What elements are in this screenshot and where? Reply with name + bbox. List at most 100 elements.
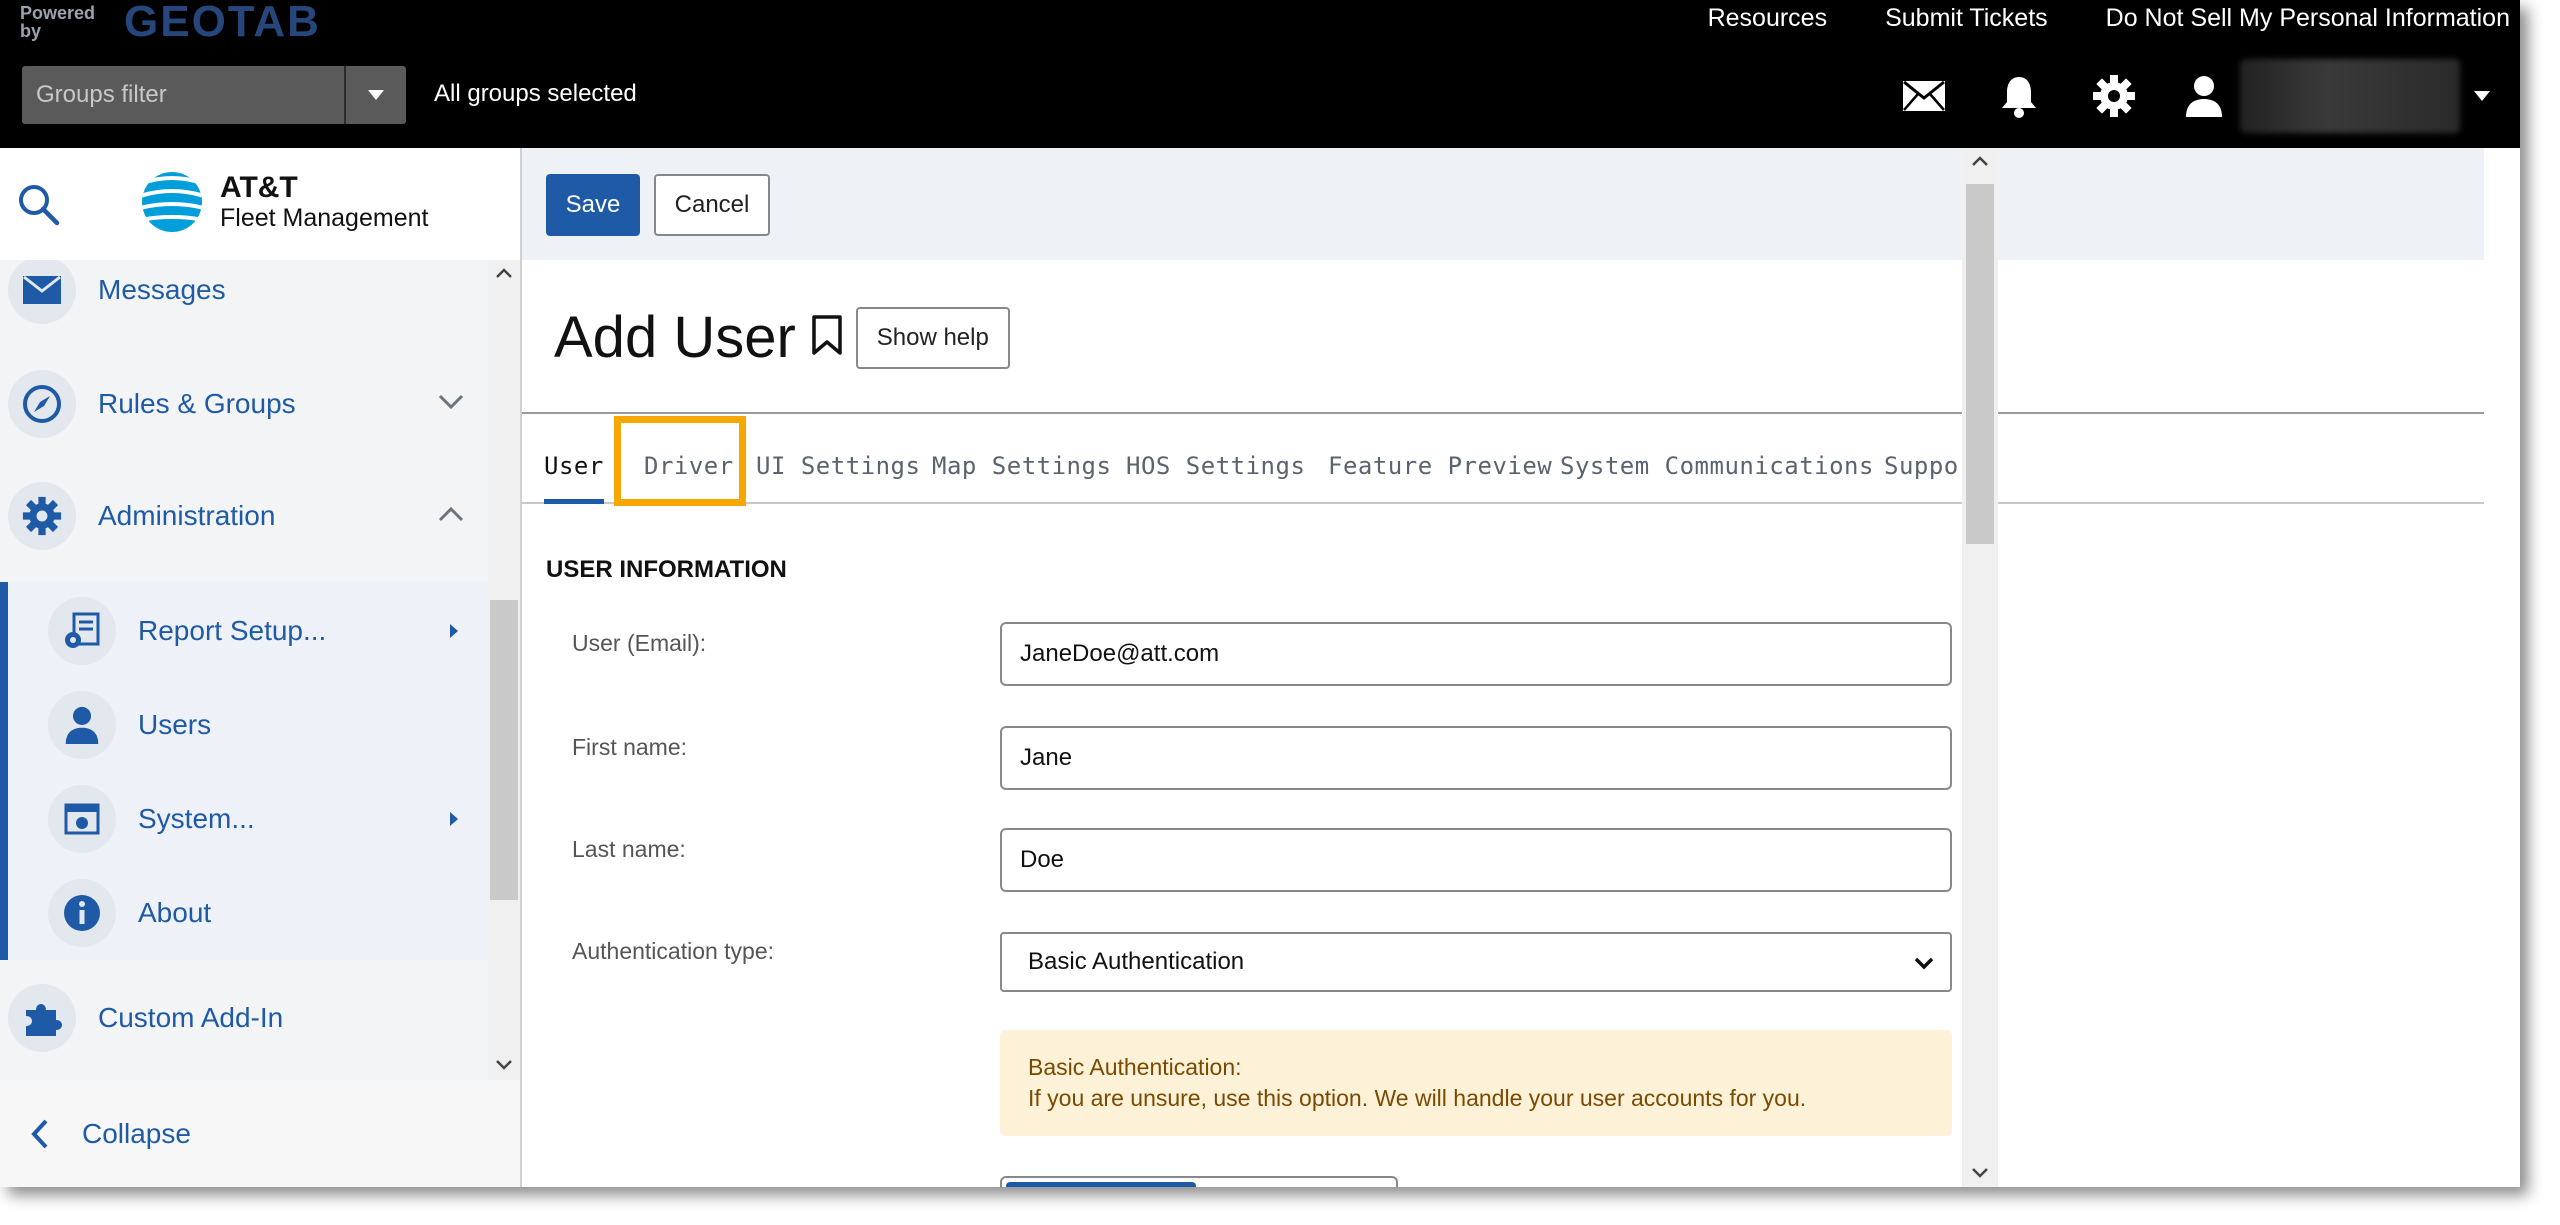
scroll-up-icon[interactable] (496, 268, 512, 278)
user-name-redacted[interactable] (2240, 59, 2460, 133)
show-help-button[interactable]: Show help (855, 306, 1010, 369)
chevron-right-icon (450, 812, 458, 826)
sidebar-item-label: Report Setup... (138, 615, 327, 646)
sidebar-item-about[interactable]: About (8, 866, 488, 960)
bell-icon[interactable] (1989, 66, 2049, 126)
info-icon (64, 895, 100, 931)
sidebar-scrollbar[interactable] (488, 260, 520, 1080)
main-scrollbar[interactable] (1962, 148, 1998, 1187)
top-links: Resources Submit Tickets Do Not Sell My … (1708, 4, 2510, 33)
last-name-field[interactable]: Doe (1000, 828, 1952, 892)
sidebar-scroll-thumb[interactable] (490, 600, 518, 900)
chevron-right-icon (450, 624, 458, 638)
toggle-control[interactable] (1000, 1176, 1398, 1187)
tab-user[interactable]: User (544, 414, 604, 504)
sidebar-item-users[interactable]: Users (8, 678, 488, 772)
all-groups-status: All groups selected (434, 80, 637, 107)
sidebar-item-label: Messages (98, 274, 226, 305)
search-icon[interactable] (16, 182, 60, 231)
collapse-label: Collapse (82, 1117, 191, 1149)
tab-ui-settings[interactable]: UI Settings (756, 414, 920, 504)
email-label: User (Email): (572, 630, 707, 656)
scroll-up-icon[interactable] (1972, 156, 1988, 166)
gear-icon[interactable] (2084, 66, 2144, 126)
toggle-active-segment[interactable] (1006, 1182, 1196, 1187)
do-not-sell-link[interactable]: Do Not Sell My Personal Information (2106, 4, 2510, 33)
tab-system-communications[interactable]: System Communications (1560, 414, 1874, 504)
driver-tab-highlight (614, 416, 746, 506)
first-name-field[interactable]: Jane (1000, 726, 1952, 790)
sidebar-nav: Messages Rules & Groups Administration R… (0, 260, 488, 1080)
auth-info-box: Basic Authentication: If you are unsure,… (1000, 1030, 1952, 1136)
first-name-label: First name: (572, 734, 688, 760)
sidebar-header: AT&T Fleet Management (0, 148, 520, 260)
system-icon (64, 803, 100, 835)
chevron-up-icon[interactable] (438, 506, 464, 527)
geotab-brand: Powered by GEOTAB (20, 0, 321, 44)
user-menu-chevron-icon[interactable] (2474, 91, 2490, 101)
sidebar-item-label: Custom Add-In (98, 1002, 284, 1033)
chevron-down-icon[interactable] (438, 394, 464, 415)
last-name-label: Last name: (572, 836, 686, 862)
envelope-icon (23, 275, 61, 304)
sidebar-item-system[interactable]: System... (8, 772, 488, 866)
groups-filter-dropdown-button[interactable] (344, 66, 406, 124)
tab-feature-preview[interactable]: Feature Preview (1328, 414, 1552, 504)
att-globe-icon (142, 172, 202, 232)
compass-icon (23, 385, 61, 423)
submit-tickets-link[interactable]: Submit Tickets (1885, 4, 2048, 33)
gear-icon (22, 496, 62, 536)
sidebar-item-label: About (138, 897, 212, 928)
scroll-down-icon[interactable] (496, 1060, 512, 1070)
sidebar-item-administration[interactable]: Administration (0, 466, 488, 566)
main-content: Save Cancel Add User Show help User Driv… (522, 148, 2484, 1187)
sidebar-item-report-setup[interactable]: Report Setup... (8, 584, 488, 678)
administration-submenu: Report Setup... Users System... About (0, 582, 488, 960)
collapse-button[interactable]: Collapse (0, 1080, 520, 1187)
groups-filter-input[interactable]: Groups filter (22, 66, 344, 124)
top-bar: Powered by GEOTAB Resources Submit Ticke… (0, 0, 2520, 148)
chevron-down-icon (368, 90, 384, 100)
title-row: Add User Show help (554, 304, 1010, 371)
sidebar-item-custom-add-in[interactable]: Custom Add-In (0, 968, 488, 1068)
cancel-button[interactable]: Cancel (654, 174, 770, 236)
save-button[interactable]: Save (546, 174, 640, 236)
tab-hos-settings[interactable]: HOS Settings (1126, 414, 1305, 504)
att-logo: AT&T Fleet Management (140, 170, 428, 234)
bookmark-icon[interactable] (810, 314, 844, 361)
chevron-left-icon (31, 1119, 48, 1148)
att-title: AT&T (220, 171, 298, 204)
page-title: Add User (554, 305, 796, 370)
tab-map-settings[interactable]: Map Settings (932, 414, 1111, 504)
main-scroll-thumb[interactable] (1966, 184, 1994, 544)
groups-filter[interactable]: Groups filter (22, 66, 406, 124)
sidebar-item-label: Rules & Groups (98, 388, 296, 419)
user-avatar-icon[interactable] (2174, 66, 2234, 126)
sidebar-item-messages[interactable]: Messages (0, 260, 488, 340)
auth-type-select[interactable]: Basic Authentication (1000, 932, 1952, 992)
sidebar: AT&T Fleet Management Messages Rules & G… (0, 148, 522, 1187)
report-setup-icon (65, 612, 100, 648)
tab-bar: User Driver UI Settings Map Settings HOS… (522, 414, 2484, 504)
geotab-logo: GEOTAB (124, 0, 321, 46)
sidebar-item-rules-groups[interactable]: Rules & Groups (0, 354, 488, 454)
resources-link[interactable]: Resources (1708, 4, 1828, 33)
chevron-down-icon (1914, 957, 1934, 970)
auth-info-text: If you are unsure, use this option. We w… (1028, 1085, 1807, 1111)
mail-icon[interactable] (1894, 66, 1954, 126)
auth-type-label: Authentication type: (572, 938, 775, 964)
puzzle-icon (26, 1004, 62, 1036)
sidebar-item-label: System... (138, 803, 255, 834)
toolbar: Save Cancel (522, 148, 2484, 260)
att-subtitle: Fleet Management (220, 204, 429, 232)
top-icons (1859, 59, 2490, 133)
section-title: USER INFORMATION (546, 556, 787, 583)
powered-by-text: Powered by (20, 3, 96, 41)
auth-type-selected: Basic Authentication (1028, 948, 1245, 975)
sidebar-item-label: Users (138, 709, 212, 740)
email-field[interactable]: JaneDoe@att.com (1000, 622, 1952, 686)
auth-info-title: Basic Authentication: (1028, 1054, 1242, 1080)
scroll-down-icon[interactable] (1972, 1168, 1988, 1178)
app-window: Powered by GEOTAB Resources Submit Ticke… (0, 0, 2520, 1187)
sidebar-item-label: Administration (98, 500, 276, 531)
